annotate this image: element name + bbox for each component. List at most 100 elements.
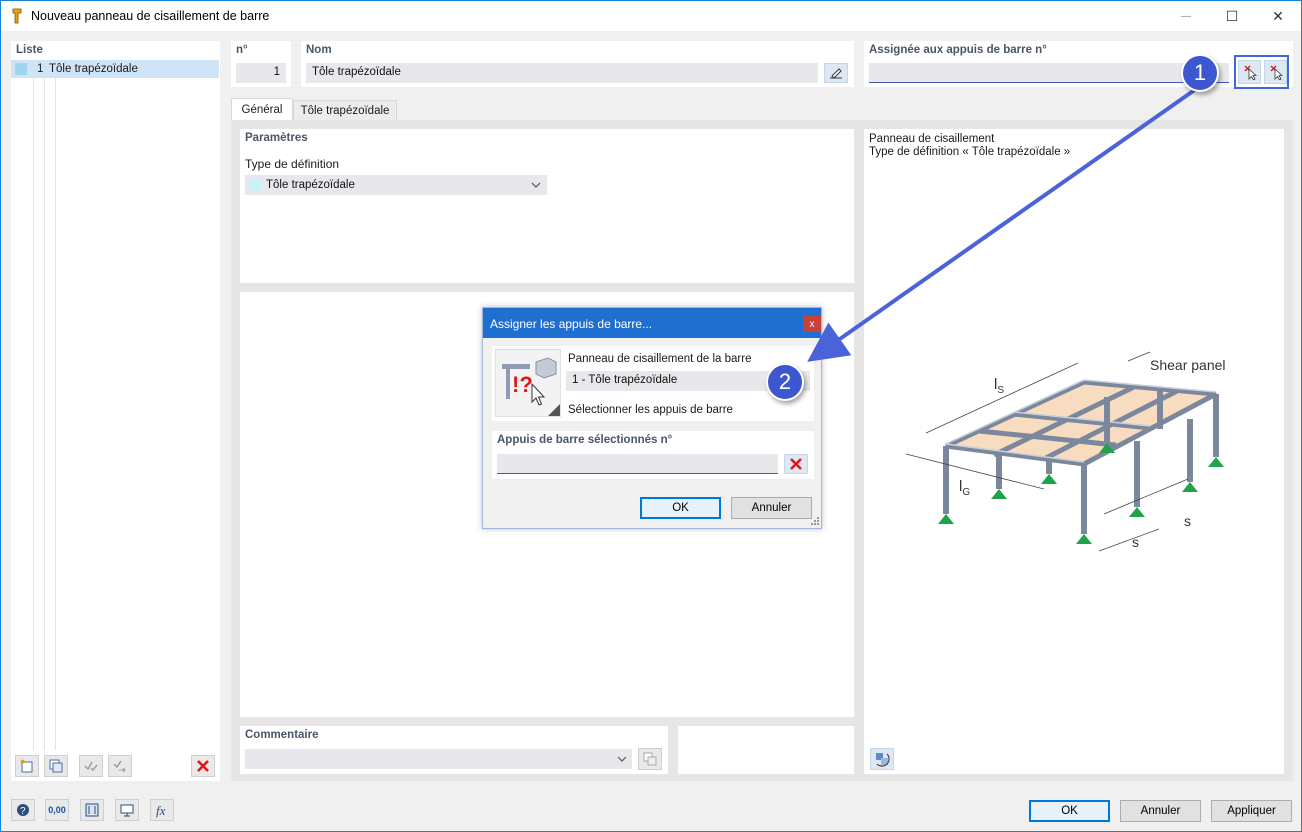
comment-label: Commentaire	[245, 729, 319, 741]
selected-supports-field[interactable]	[497, 454, 778, 474]
definition-type-value: Tôle trapézoïdale	[266, 179, 355, 191]
number-field[interactable]: 1	[236, 63, 286, 83]
assign-button-group	[1234, 55, 1289, 89]
copy-item-button[interactable]	[44, 755, 68, 777]
minimize-icon: —	[1181, 10, 1191, 22]
parameters-panel: Paramètres Type de définition Tôle trapé…	[240, 129, 854, 283]
comment-library-button[interactable]	[638, 748, 662, 770]
new-item-icon	[20, 759, 33, 773]
comment-field[interactable]	[245, 749, 632, 769]
pick-pointer-icon	[1270, 65, 1283, 80]
chevron-down-icon	[531, 182, 541, 188]
pick-pointer-icon	[1244, 65, 1257, 80]
svg-text:fx: fx	[156, 803, 166, 818]
type-swatch-icon	[249, 179, 261, 191]
title-bar: Nouveau panneau de cisaillement de barre…	[1, 1, 1301, 31]
resize-grip-icon[interactable]	[811, 517, 820, 526]
view-options-button[interactable]	[870, 748, 894, 770]
maximize-button[interactable]: ☐	[1209, 1, 1255, 31]
list-item-label: Tôle trapézoïdale	[49, 63, 138, 75]
check-all-icon	[84, 761, 98, 772]
help-button[interactable]: ?	[11, 799, 35, 821]
close-icon: ✕	[1272, 7, 1284, 24]
dialog-window: Nouveau panneau de cisaillement de barre…	[0, 0, 1302, 832]
svg-text:?: ?	[20, 806, 26, 817]
subdialog-cancel-button[interactable]: Annuler	[731, 497, 812, 519]
delete-icon	[790, 458, 802, 470]
number-panel: n° 1	[231, 41, 291, 87]
name-panel: Nom Tôle trapézoïdale	[301, 41, 854, 87]
close-button[interactable]: ✕	[1255, 1, 1301, 31]
comment-panel: Commentaire	[240, 726, 668, 774]
edit-icon	[830, 68, 842, 79]
display-settings-button[interactable]	[80, 799, 104, 821]
apply-button[interactable]: Appliquer	[1211, 800, 1292, 822]
maximize-icon: ☐	[1225, 7, 1239, 24]
list-panel: Liste 1 Tôle trapézoïdale	[11, 41, 220, 781]
units-button[interactable]: 0,00	[45, 799, 69, 821]
select-supports-button[interactable]	[1238, 60, 1261, 84]
rotate-view-icon	[876, 753, 890, 767]
annotation-arrow	[807, 87, 1198, 362]
subdialog-ok-button[interactable]: OK	[640, 497, 721, 519]
panel-label: Panneau de cisaillement de la barre	[568, 353, 752, 365]
list-header: Liste	[16, 44, 43, 56]
monitor-icon	[120, 804, 134, 817]
number-label: n°	[236, 44, 248, 56]
window-title: Nouveau panneau de cisaillement de barre	[31, 9, 270, 23]
select-supports-illustration: !?	[495, 349, 561, 417]
ok-button[interactable]: OK	[1029, 800, 1110, 822]
view-button[interactable]	[115, 799, 139, 821]
definition-type-select[interactable]: Tôle trapézoïdale	[245, 175, 547, 195]
list-item[interactable]: 1 Tôle trapézoïdale	[11, 60, 219, 78]
annotation-badge-2: 2	[766, 363, 804, 401]
library-icon	[643, 752, 657, 766]
subdialog-titlebar: Assigner les appuis de barre... x	[483, 308, 821, 338]
name-field[interactable]: Tôle trapézoïdale	[306, 63, 818, 83]
color-swatch-icon	[15, 63, 27, 75]
renumber-icon	[113, 760, 126, 773]
clear-selection-button[interactable]	[784, 454, 808, 474]
renumber-button[interactable]	[108, 755, 132, 777]
shear-panel-diagram: lS lG s s Shear panel	[905, 351, 1226, 552]
definition-type-label: Type de définition	[245, 157, 340, 171]
delete-icon	[197, 760, 209, 772]
units-icon: 0,00	[48, 805, 66, 815]
svg-text:!?: !?	[512, 372, 533, 397]
assigned-field[interactable]	[869, 63, 1229, 83]
tree-guide	[55, 78, 56, 750]
select-supports-alt-button[interactable]	[1264, 60, 1287, 84]
copy-icon	[49, 759, 63, 773]
tree-guide	[33, 78, 34, 750]
new-item-button[interactable]	[15, 755, 39, 777]
extra-panel	[678, 726, 854, 774]
selected-supports-panel: Appuis de barre sélectionnés n°	[492, 431, 814, 479]
cancel-button[interactable]: Annuler	[1120, 800, 1201, 822]
app-icon	[12, 8, 22, 24]
check-all-button[interactable]	[79, 755, 103, 777]
formula-button[interactable]: fx	[150, 799, 174, 821]
s-dimension-label: s	[1184, 513, 1191, 529]
minimize-button[interactable]: —	[1163, 1, 1209, 31]
annotation-badge-1: 1	[1181, 54, 1219, 92]
tab-general[interactable]: Général	[231, 98, 293, 120]
tree-guide	[44, 78, 45, 750]
parameters-title: Paramètres	[245, 132, 308, 144]
delete-item-button[interactable]	[191, 755, 215, 777]
subdialog-title: Assigner les appuis de barre...	[490, 317, 653, 331]
ls-dimension-label: lS	[994, 376, 1004, 396]
function-icon: fx	[156, 803, 166, 818]
chevron-down-icon	[617, 756, 627, 762]
select-supports-label: Sélectionner les appuis de barre	[568, 404, 733, 416]
select-supports-icon: !?	[502, 357, 560, 416]
tab-trapezoidal-sheet[interactable]: Tôle trapézoïdale	[293, 100, 397, 120]
name-label: Nom	[306, 44, 332, 56]
edit-name-button[interactable]	[824, 63, 848, 83]
assigned-label: Assignée aux appuis de barre n°	[869, 44, 1047, 56]
assign-supports-dialog: Assigner les appuis de barre... x !? Pan…	[482, 307, 822, 529]
help-icon: ?	[17, 804, 29, 817]
selected-supports-label: Appuis de barre sélectionnés n°	[497, 434, 673, 446]
lg-dimension-label: lG	[959, 478, 970, 498]
list-item-number: 1	[37, 63, 44, 75]
settings-icon	[85, 803, 99, 817]
